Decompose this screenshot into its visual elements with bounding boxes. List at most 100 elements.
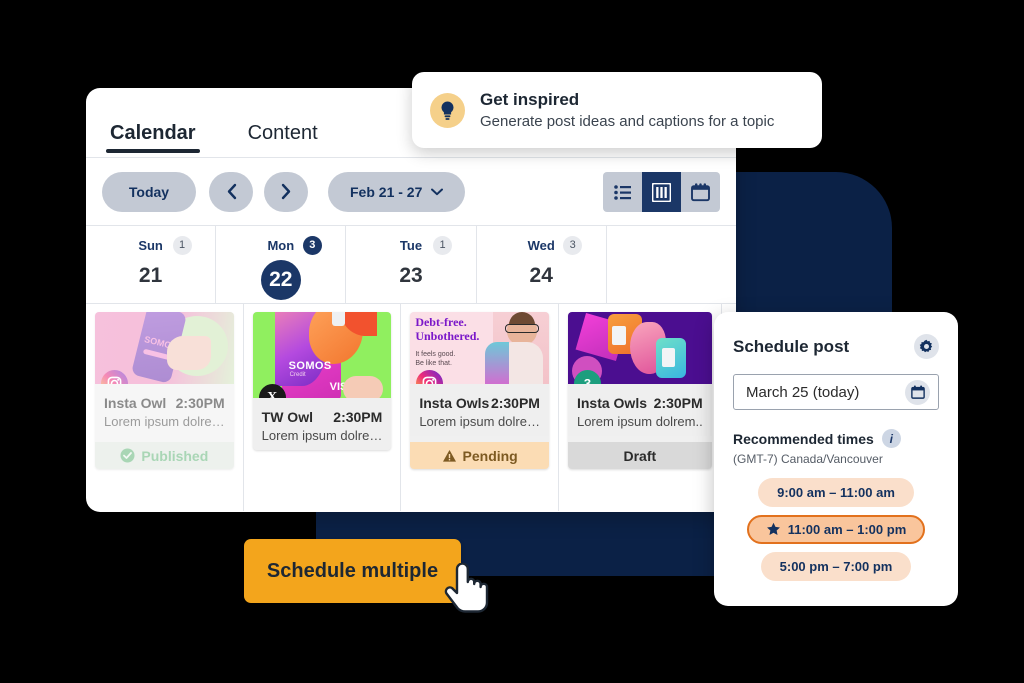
post-details: TW Owl 2:30PM Lorem ipsum dolre…: [252, 398, 392, 450]
day-number: 21: [138, 264, 163, 287]
view-toggle-list[interactable]: [603, 172, 642, 212]
popup-title: Get inspired: [480, 90, 580, 109]
day-number: 24: [529, 264, 553, 287]
prev-week-button[interactable]: [209, 171, 253, 212]
columns-icon: [652, 182, 671, 202]
post-column-sun: SOMOS Insta Owl 2:30PM Lorem ipsum dolre…: [86, 304, 244, 511]
post-time: 2:30PM: [490, 395, 540, 411]
view-toggle-columns[interactable]: [642, 172, 681, 212]
calendar-card: Calendar Content Today Feb 21 - 27 Sun 1…: [86, 88, 736, 512]
get-inspired-popup[interactable]: Get inspired Generate post ideas and cap…: [412, 72, 822, 148]
screenshot-root: Calendar Content Today Feb 21 - 27 Sun 1…: [0, 0, 1024, 683]
time-slot-label: 9:00 am – 11:00 am: [777, 485, 895, 500]
post-details: Insta Owls 2:30PM Lorem ipsum dolrem..: [567, 384, 712, 436]
recommended-times-label: Recommended times: [733, 430, 874, 447]
day-name: Mon: [267, 238, 295, 253]
view-toggle-month[interactable]: [681, 172, 720, 212]
next-week-button[interactable]: [264, 171, 308, 212]
popup-subtitle: Generate post ideas and captions for a t…: [480, 113, 775, 130]
status-badge: Published: [95, 442, 234, 469]
time-slot-label: 5:00 pm – 7:00 pm: [779, 559, 893, 574]
tab-calendar[interactable]: Calendar: [106, 122, 200, 157]
day-header-mon[interactable]: Mon 3 22: [216, 226, 347, 303]
post-thumbnail: SOMOS: [95, 312, 234, 384]
post-details: Insta Owls 2:30PM Lorem ipsum dolre…: [410, 384, 549, 436]
schedule-panel-header: Schedule post: [733, 334, 939, 359]
status-badge: Draft: [567, 442, 712, 469]
post-caption: Lorem ipsum dolre…: [261, 428, 383, 443]
gear-icon: [919, 339, 933, 353]
thumb-headline-2: Unbothered.: [415, 329, 480, 343]
schedule-multiple-button[interactable]: Schedule multiple: [244, 539, 461, 603]
post-account: TW Owl: [261, 409, 313, 425]
day-post-count: 1: [433, 236, 452, 255]
post-thumbnail: SOMOS Credit VIS X: [252, 312, 392, 398]
info-icon[interactable]: i: [881, 429, 901, 448]
time-slot-label: 11:00 am – 1:00 pm: [787, 522, 907, 537]
post-caption: Lorem ipsum dolre…: [104, 414, 225, 429]
post-caption: Lorem ipsum dolre…: [419, 414, 540, 429]
post-thumbnail: Debt-free. Unbothered. It feels good. Be…: [410, 312, 549, 384]
check-circle-icon: [120, 448, 135, 463]
date-range-selector[interactable]: Feb 21 - 27: [328, 171, 466, 212]
schedule-post-panel: Schedule post March 25 (today) Recommend…: [714, 312, 958, 606]
post-account: Insta Owls: [576, 395, 647, 411]
list-icon: [614, 184, 631, 200]
post-column-mon: SOMOS Credit VIS X TW Owl 2:30PM Lorem i…: [244, 304, 402, 511]
view-toggle-group: [603, 172, 720, 212]
panel-title: Schedule post: [733, 336, 850, 356]
chevron-right-icon: [281, 183, 290, 200]
schedule-date-input[interactable]: March 25 (today): [733, 374, 939, 410]
thumb-headline-1: Debt-free.: [415, 315, 467, 329]
warning-triangle-icon: [442, 449, 456, 462]
star-icon: [766, 522, 780, 535]
post-time: 2:30PM: [333, 409, 383, 425]
time-slot-option-selected[interactable]: 11:00 am – 1:00 pm: [746, 515, 926, 544]
calendar-icon: [691, 182, 710, 201]
calendar-icon: [910, 385, 925, 399]
chevron-left-icon: [227, 183, 236, 200]
post-card[interactable]: SOMOS Insta Owl 2:30PM Lorem ipsum dolre…: [95, 312, 234, 469]
time-slot-option[interactable]: 9:00 am – 11:00 am: [758, 478, 914, 507]
day-post-count: 3: [302, 236, 322, 255]
day-header-sun[interactable]: Sun 1 21: [86, 226, 217, 303]
day-post-count: 1: [172, 236, 192, 255]
date-range-label: Feb 21 - 27: [350, 183, 423, 200]
day-post-count: 3: [563, 236, 583, 255]
day-header-empty: [607, 226, 736, 303]
schedule-date-value: March 25 (today): [746, 383, 860, 401]
post-column-tue: Debt-free. Unbothered. It feels good. Be…: [401, 304, 559, 511]
day-name: Wed: [527, 238, 555, 253]
today-button[interactable]: Today: [102, 171, 196, 212]
thumb-brand-text: SOMOS: [288, 360, 332, 372]
post-time: 2:30PM: [175, 395, 225, 411]
day-header-tue[interactable]: Tue 1 23: [346, 226, 477, 303]
instagram-icon: [416, 370, 444, 384]
post-details: Insta Owl 2:30PM Lorem ipsum dolre…: [95, 384, 234, 436]
day-number: 23: [399, 264, 423, 287]
recommended-times-header: Recommended times i: [733, 429, 939, 448]
post-time: 2:30PM: [653, 395, 703, 411]
post-card[interactable]: Debt-free. Unbothered. It feels good. Be…: [410, 312, 549, 469]
day-name: Tue: [399, 238, 423, 253]
recommended-times-list: 9:00 am – 11:00 am 11:00 am – 1:00 pm 5:…: [733, 478, 939, 581]
settings-button[interactable]: [914, 334, 939, 359]
post-caption: Lorem ipsum dolrem..: [576, 414, 703, 429]
post-account: Insta Owls: [419, 395, 490, 411]
time-slot-option[interactable]: 5:00 pm – 7:00 pm: [760, 552, 912, 581]
day-header-wed[interactable]: Wed 3 24: [477, 226, 607, 303]
post-card[interactable]: SOMOS Credit VIS X TW Owl 2:30PM Lorem i…: [252, 312, 392, 450]
thumb-sub-1: It feels good.: [415, 351, 456, 358]
calendar-toolbar: Today Feb 21 - 27: [86, 158, 736, 226]
timezone-label: (GMT-7) Canada/Vancouver: [733, 452, 883, 466]
post-card[interactable]: 3 Insta Owls 2:30PM Lorem ipsum dolrem..…: [567, 312, 712, 469]
thumb-brand-sub: Credit: [289, 372, 306, 378]
status-label: Pending: [462, 447, 518, 464]
instagram-icon: [101, 370, 128, 384]
post-thumbnail: 3: [567, 312, 712, 384]
day-header-row: Sun 1 21 Mon 3 22 Tue 1 23 Wed 3 24: [86, 226, 736, 304]
date-picker-button[interactable]: [905, 379, 930, 405]
tab-content[interactable]: Content: [244, 122, 322, 157]
post-account: Insta Owl: [104, 395, 167, 411]
lightbulb-icon: [430, 92, 465, 128]
